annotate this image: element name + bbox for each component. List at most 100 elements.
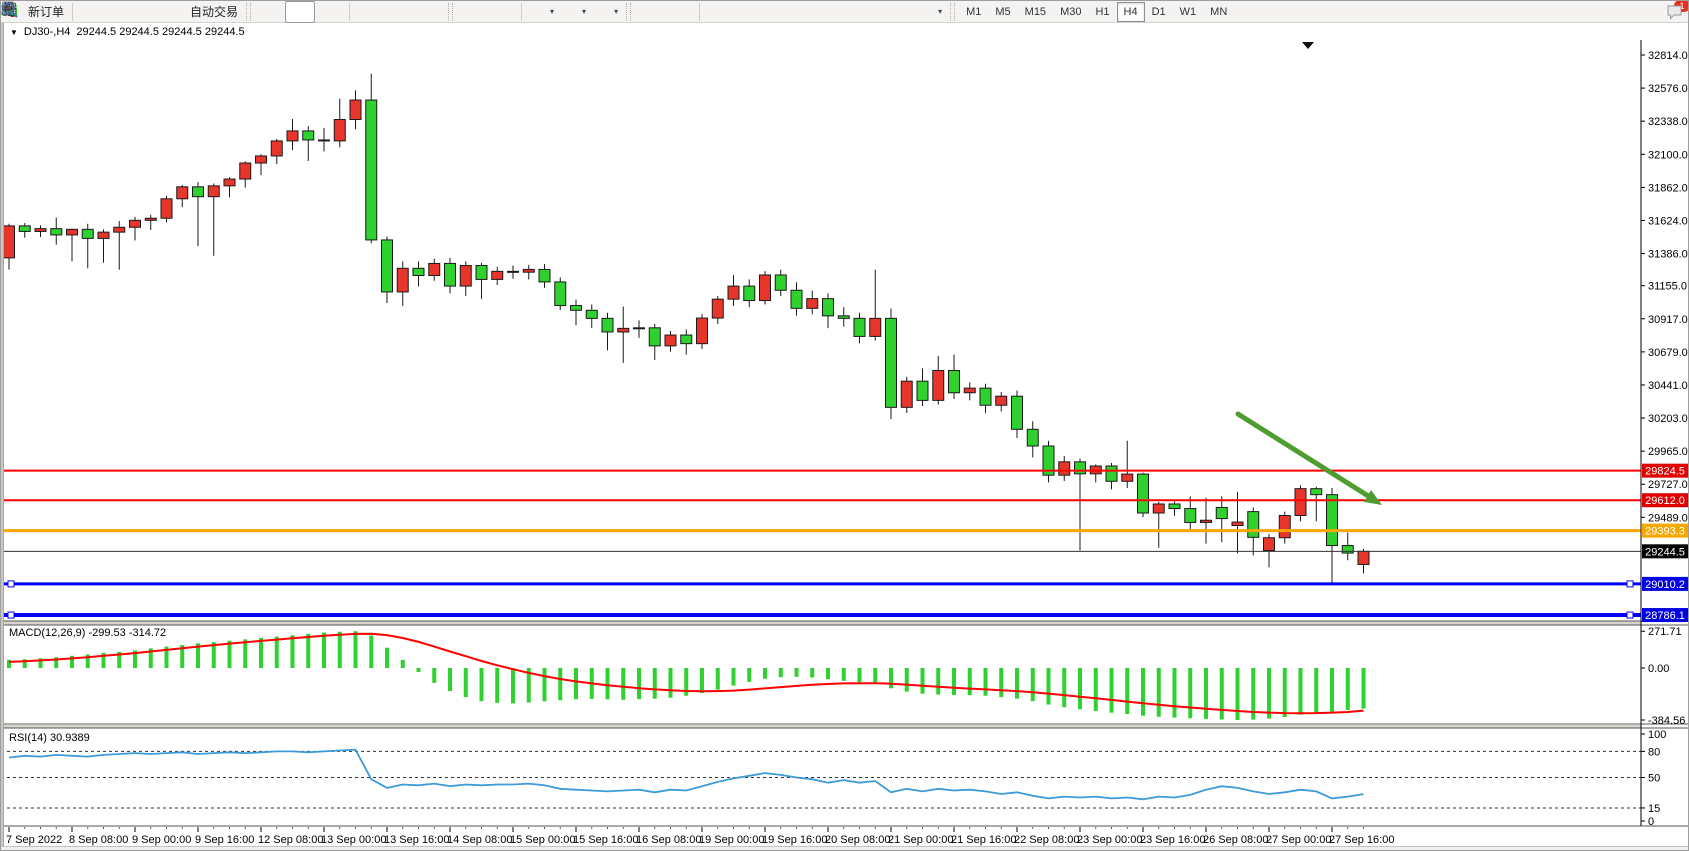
chart-title-bar: ▼ DJ30-,H4 29244.5 29244.5 29244.5 29244…: [4, 24, 1689, 40]
signals-button[interactable]: [137, 1, 167, 23]
time-axis-label: 15 Sep 00:00: [510, 834, 575, 846]
time-axis-label: 27 Sep 16:00: [1329, 834, 1394, 846]
toolbar-separator: [699, 3, 700, 21]
cursor-button[interactable]: [635, 1, 665, 23]
autotrading-icon: [171, 4, 187, 20]
fibonacci-button[interactable]: F: [824, 1, 854, 23]
market-depth-button[interactable]: [77, 1, 107, 23]
zoom-out-button[interactable]: [384, 1, 414, 23]
candle-body: [571, 306, 582, 311]
candle-body: [586, 310, 597, 318]
candle-body: [555, 282, 566, 306]
line-chart-button[interactable]: [315, 1, 345, 23]
price-badge-label: 29393.3: [1645, 526, 1685, 538]
bar-chart-button[interactable]: [255, 1, 285, 23]
crosshair-button[interactable]: [665, 1, 695, 23]
line-chart-icon: [322, 4, 338, 20]
candle-body: [1295, 489, 1306, 516]
candle-body: [649, 328, 660, 346]
candle-body: [602, 318, 613, 332]
timeframe-m5[interactable]: M5: [988, 2, 1017, 22]
candle-body: [949, 370, 960, 392]
candle-body: [1027, 429, 1038, 446]
chart-menu-triangle-icon[interactable]: ▼: [10, 28, 18, 37]
timeframe-h1[interactable]: H1: [1088, 2, 1116, 22]
candle-body: [35, 229, 46, 232]
time-axis-label: 26 Sep 08:00: [1203, 834, 1268, 846]
equidistant-channel-button[interactable]: E: [794, 1, 824, 23]
timeframe-m15[interactable]: M15: [1018, 2, 1053, 22]
time-axis-label: 21 Sep 00:00: [888, 834, 953, 846]
trendline-button[interactable]: [764, 1, 794, 23]
timeframe-d1[interactable]: D1: [1145, 2, 1173, 22]
price-axis-label: 30441.0: [1648, 380, 1688, 392]
rsi-axis-label: 15: [1648, 803, 1660, 815]
candle-body: [854, 318, 865, 336]
horizontal-line-button[interactable]: [734, 1, 764, 23]
candle-body: [114, 227, 125, 232]
add-indicator-icon: [530, 4, 546, 20]
add-indicator-button[interactable]: ▾: [526, 1, 558, 23]
candle-body: [1342, 546, 1353, 554]
candlestick-chart-button[interactable]: [285, 1, 315, 23]
rsi-axis-label: 100: [1648, 729, 1666, 741]
candle-body: [1358, 551, 1369, 564]
templates-button[interactable]: ▾: [590, 1, 622, 23]
tile-windows-button[interactable]: [414, 1, 444, 23]
timeframe-h4[interactable]: H4: [1117, 2, 1145, 22]
candle-body: [901, 381, 912, 407]
dropdown-caret: ▾: [550, 7, 554, 16]
candle-body: [665, 335, 676, 346]
time-axis-label: 21 Sep 16:00: [951, 834, 1016, 846]
vertical-line-icon: [711, 4, 727, 20]
notifications-button[interactable]: 1: [1666, 4, 1684, 20]
auto-scroll-button[interactable]: [457, 1, 487, 23]
chart-canvas[interactable]: 32814.032576.032338.032100.031862.031624…: [1, 1, 1689, 851]
vertical-line-button[interactable]: [704, 1, 734, 23]
candle-body: [224, 179, 235, 186]
candle-body: [1122, 474, 1133, 481]
chart-symbol-period: DJ30-,H4: [24, 26, 70, 38]
price-axis-label: 32100.0: [1648, 149, 1688, 161]
time-axis-label: 12 Sep 08:00: [258, 834, 323, 846]
periods-button[interactable]: ▾: [558, 1, 590, 23]
price-axis-label: 31155.0: [1648, 281, 1687, 293]
chart-shift-button[interactable]: [487, 1, 517, 23]
timeframe-m1[interactable]: M1: [959, 2, 988, 22]
candlestick-chart-icon: [292, 4, 308, 20]
candle-body: [193, 187, 204, 197]
text-label-button[interactable]: T: [884, 1, 914, 23]
candle-body: [1185, 509, 1196, 523]
price-axis-label: 31624.0: [1648, 215, 1688, 227]
autotrading-button[interactable]: 自动交易: [167, 1, 242, 23]
status-strip: [1, 846, 1689, 851]
crosshair-icon: [672, 4, 688, 20]
price-axis-label: 30917.0: [1648, 314, 1688, 326]
candle-body: [1201, 520, 1212, 522]
chart-shift-icon: [494, 4, 510, 20]
timeframe-toolbar: M1M5M15M30H1H4D1W1MN: [959, 2, 1234, 22]
timeframe-mn[interactable]: MN: [1203, 2, 1234, 22]
price-axis-label: 30679.0: [1648, 347, 1688, 359]
arrows-button[interactable]: ▾: [914, 1, 946, 23]
search-icon[interactable]: [1642, 4, 1658, 20]
zoom-in-button[interactable]: [354, 1, 384, 23]
candle-body: [1059, 462, 1070, 475]
text-label-icon: T: [891, 4, 907, 20]
candle-body: [634, 328, 645, 329]
text-button[interactable]: A: [854, 1, 884, 23]
toolbar-separator: [72, 3, 73, 21]
level-line-handle: [1627, 581, 1633, 587]
candle-body: [1012, 396, 1023, 429]
candle-body: [413, 268, 424, 275]
time-axis-label: 8 Sep 08:00: [69, 834, 128, 846]
timeframe-w1[interactable]: W1: [1173, 2, 1204, 22]
candle-body: [177, 187, 188, 199]
signal-broadcast-icon: [144, 4, 160, 20]
candle-body: [1279, 516, 1290, 538]
profile-button[interactable]: [107, 1, 137, 23]
price-axis-label: 31862.0: [1648, 182, 1688, 194]
candle-body: [1138, 474, 1149, 513]
timeframe-m30[interactable]: M30: [1053, 2, 1088, 22]
cursor-arrow-icon: [642, 4, 658, 20]
